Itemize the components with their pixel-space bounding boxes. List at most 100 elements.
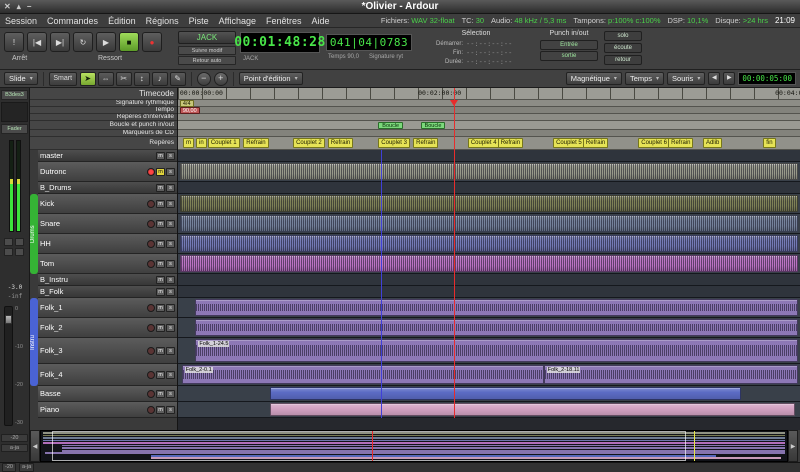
go-end-button[interactable]: ▶| [50, 32, 70, 52]
ruler-rep-res[interactable]: minCouplet 1RefrainCouplet 2RefrainCoupl… [178, 137, 800, 150]
nudge-back-button[interactable]: ◀ [708, 72, 720, 85]
solo-button[interactable]: s [166, 406, 175, 414]
marker-refrain[interactable]: Refrain [498, 138, 523, 148]
strip-small-button[interactable] [15, 238, 24, 246]
marker-refrain[interactable]: Refrain [668, 138, 693, 148]
tool-draw-button[interactable]: ✎ [170, 72, 186, 86]
strip-fader-processor[interactable]: Fader [1, 124, 28, 134]
ruler-signature-rythmique[interactable]: 4/4 [178, 100, 800, 107]
loop-marker[interactable]: Boucle [378, 122, 403, 129]
ruler-label-marqueurs-de-cd[interactable]: Marqueurs de CD [30, 130, 177, 137]
track-header-b-folk[interactable]: B_Folkms [38, 286, 177, 298]
playhead-marker[interactable] [450, 100, 458, 106]
marker-couplet-3[interactable]: Couplet 3 [378, 138, 410, 148]
mute-button[interactable]: m [156, 200, 165, 208]
summary-strip[interactable] [40, 430, 788, 462]
region[interactable] [195, 319, 798, 336]
edit-mode-dropdown[interactable]: Slide ▾ [4, 72, 38, 85]
mute-button[interactable]: m [156, 276, 165, 284]
record-enable-button[interactable] [147, 240, 155, 248]
region[interactable]: Folk_2-18.11 [544, 365, 798, 384]
strip-small-button[interactable] [4, 238, 13, 246]
play-button[interactable]: ▶ [96, 32, 116, 52]
solo-button[interactable]: s [166, 371, 175, 379]
region[interactable] [180, 235, 798, 252]
tool-range-button[interactable]: ⇔ [98, 72, 114, 86]
snap-mode-dropdown[interactable]: Magnétique ▾ [566, 72, 622, 85]
mute-button[interactable]: m [156, 347, 165, 355]
mute-button[interactable]: m [156, 240, 165, 248]
record-enable-button[interactable] [147, 324, 155, 332]
solo-button[interactable]: s [166, 390, 175, 398]
group-tab-instru[interactable]: Instru [30, 298, 38, 386]
aux-button-suivre-modif[interactable]: Suivre modif [178, 46, 236, 55]
track-header-b-drums[interactable]: B_Drumsms [38, 182, 177, 194]
region[interactable]: Folk_2-0.1 [182, 365, 544, 384]
track-header-kick[interactable]: Kickms [38, 194, 177, 214]
ruler-tempo[interactable]: 90,00 [178, 107, 800, 114]
marker-refrain[interactable]: Refrain [328, 138, 353, 148]
track-header-master[interactable]: masterms [38, 150, 177, 162]
strip-top-label[interactable]: B3des3 [1, 90, 28, 100]
menu-r-gions[interactable]: Régions [141, 16, 184, 26]
ruler-timecode[interactable]: 00:00:00:0000:02:00:0000:04:0 [178, 88, 800, 100]
track-header-folk-1[interactable]: Folk_1ms [38, 298, 177, 318]
ruler-label-rep-res-d-intervalle[interactable]: Repères d'intervalle [30, 114, 177, 121]
solo-button[interactable]: s [166, 304, 175, 312]
punch-entr-e[interactable]: Entrée [540, 40, 598, 50]
track-header-folk-2[interactable]: Folk_2ms [38, 318, 177, 338]
maximize-button[interactable]: ▴ [17, 0, 21, 14]
solo-button[interactable]: s [166, 260, 175, 268]
strip-small-button[interactable] [15, 248, 24, 256]
region[interactable] [180, 255, 798, 272]
solo-button[interactable]: s [166, 347, 175, 355]
mute-button[interactable]: m [156, 220, 165, 228]
region[interactable] [180, 215, 798, 232]
playhead[interactable] [454, 88, 455, 418]
record-enable-button[interactable] [147, 260, 155, 268]
aux-button-retour-auto[interactable]: Retour auto [178, 56, 236, 65]
mute-button[interactable]: m [156, 260, 165, 268]
go-start-button[interactable]: |◀ [27, 32, 47, 52]
track-header-tom[interactable]: Tomms [38, 254, 177, 274]
solo-button[interactable]: s [166, 276, 175, 284]
marker-couplet-1[interactable]: Couplet 1 [208, 138, 240, 148]
punch-sortie[interactable]: sortie [540, 51, 598, 61]
mute-button[interactable]: m [156, 288, 165, 296]
region[interactable]: Folk_1-24.5 [195, 339, 798, 362]
record-enable-button[interactable] [147, 390, 155, 398]
marker-m[interactable]: m [183, 138, 194, 148]
gain-fader[interactable] [4, 306, 13, 426]
zoom-in-button[interactable]: + [214, 72, 228, 86]
ruler-boucle-et-punch-in-out[interactable]: Boucle Boucle [178, 121, 800, 130]
zoom-out-button[interactable]: − [197, 72, 211, 86]
group-tab-drums[interactable]: Drums [30, 194, 38, 274]
loop-marker[interactable]: Boucle [421, 122, 446, 129]
marker-fin[interactable]: fin [763, 138, 775, 148]
loop-button[interactable]: ↻ [73, 32, 93, 52]
ruler-label-signature-rythmique[interactable]: Signature rythmique [30, 100, 177, 107]
track-header-dutronc[interactable]: Dutroncms [38, 162, 177, 182]
fader-handle[interactable] [5, 315, 12, 324]
menu-commandes[interactable]: Commandes [42, 16, 103, 26]
menu-session[interactable]: Session [0, 16, 42, 26]
marker-couplet-4[interactable]: Couplet 4 [468, 138, 500, 148]
close-button[interactable]: ✕ [4, 0, 11, 14]
track-header-folk-4[interactable]: Folk_4ms [38, 364, 177, 386]
track-header-hh[interactable]: HHms [38, 234, 177, 254]
menu-affichage[interactable]: Affichage [214, 16, 261, 26]
marker-refrain[interactable]: Refrain [413, 138, 438, 148]
nudge-clock[interactable]: 00:00:05:00 [738, 72, 796, 85]
solo-button[interactable]: s [166, 184, 175, 192]
tool-object-button[interactable]: ➤ [80, 72, 96, 86]
region[interactable] [270, 403, 795, 416]
region[interactable] [270, 387, 741, 400]
ruler-marqueurs-de-cd[interactable] [178, 130, 800, 137]
processor-box[interactable] [1, 102, 28, 122]
mute-button[interactable]: m [156, 152, 165, 160]
primary-clock-mode[interactable]: JACK [243, 56, 258, 62]
menu-piste[interactable]: Piste [184, 16, 214, 26]
solo-button[interactable]: s [166, 200, 175, 208]
record-enable-button[interactable] [147, 200, 155, 208]
mute-button[interactable]: m [156, 371, 165, 379]
